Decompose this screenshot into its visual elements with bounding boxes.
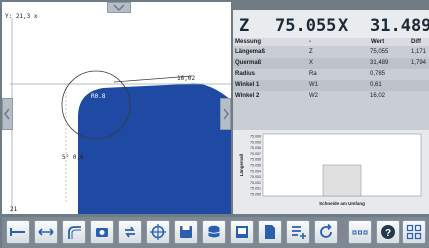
y-tick-label: 75.060: [250, 135, 261, 139]
table-row[interactable]: Quermaß X 31,489 1,794: [233, 58, 429, 69]
y-tick-label: 75.051: [250, 187, 261, 191]
table-row[interactable]: Radius Ra 0,785: [233, 69, 429, 80]
row-symbol: Z: [309, 49, 313, 55]
row-name: Längemaß: [235, 49, 266, 55]
row-diff: 1,794: [411, 60, 427, 66]
refresh-button[interactable]: [118, 220, 142, 244]
grid-icon: [406, 224, 422, 240]
row-value: 0,785: [370, 71, 386, 77]
row-symbol: W2: [309, 93, 318, 99]
list-add-button[interactable]: [286, 220, 310, 244]
radius-tool-button[interactable]: [62, 220, 86, 244]
z-value: 75.055: [275, 16, 337, 36]
save-button[interactable]: [174, 220, 198, 244]
svg-text:?: ?: [385, 228, 391, 239]
document-button[interactable]: [258, 220, 282, 244]
y-axis-label: Längemaß: [239, 154, 244, 177]
screen-icon: [236, 226, 248, 238]
row-value: 31,489: [370, 60, 389, 66]
right-collapse-handle[interactable]: [220, 98, 231, 130]
profile-canvas: [10, 18, 231, 214]
radius-label: R0.8: [91, 93, 106, 100]
z-readout: Z 75.055: [233, 13, 336, 37]
header-name: Messung: [235, 39, 262, 45]
radius-tool-icon: [68, 226, 81, 239]
more-button[interactable]: [348, 220, 372, 244]
x-axis-label: Schneide am Umfang: [319, 201, 365, 206]
rotate-icon: [320, 223, 332, 238]
corner-label: Y: 21,3 x: [5, 13, 38, 20]
refresh-icon: [125, 226, 135, 238]
row-name: Winkel 2: [235, 93, 260, 99]
tool-profile-shape: [78, 83, 231, 214]
database-icon: [208, 225, 220, 238]
row-name: Radius: [235, 71, 256, 77]
z-axis-label: Z: [239, 16, 250, 36]
more-icon: [352, 230, 368, 235]
crosshair-icon: [150, 224, 166, 240]
screen-button[interactable]: [230, 220, 254, 244]
row-value: 0,61: [370, 82, 382, 88]
y-tick-label: 75.052: [250, 181, 261, 185]
y-tick-label: 75.059: [250, 140, 261, 144]
x-readout: X 31.489: [332, 13, 429, 37]
y-tick-label: 75.055: [250, 164, 261, 168]
table-row[interactable]: Winkel 2 W2 16,02: [233, 91, 429, 102]
measurement-chart: 75.06075.05975.05875.05775.05675.05575.0…: [239, 133, 422, 206]
table-row[interactable]: Längemaß Z 75,055 1,171: [233, 47, 429, 58]
chart-panel: 75.060 75.059 75.058 75.057 75.056 75.055 75.0…: [233, 130, 429, 214]
camera-button[interactable]: [90, 220, 114, 244]
header-diff: Diff: [411, 39, 421, 45]
axis-readout: Z 75.055 X 31.489: [233, 10, 429, 38]
measurement-viewport[interactable]: Y: 21,3 x R0.8 16,02 5° 0,6 21: [2, 2, 231, 214]
y-tick-label: 75.056: [250, 158, 261, 162]
measure-horizontal-icon: [10, 228, 25, 236]
row-value: 75,055: [370, 49, 389, 55]
y-tick-label: 75.053: [250, 175, 261, 179]
y-tick-label: 75.054: [250, 169, 261, 173]
bottom-toolbar: ?: [2, 217, 429, 248]
camera-icon: [96, 228, 108, 237]
save-icon: [180, 226, 192, 238]
top-collapse-handle[interactable]: [107, 2, 131, 13]
header-symbol: -: [309, 39, 311, 45]
y-tick-label: 75.058: [250, 146, 261, 150]
rotate-button[interactable]: [314, 220, 338, 244]
row-symbol: Ra: [309, 71, 317, 77]
dimension-label: 5° 0,6: [62, 154, 84, 161]
measure-arrows-button[interactable]: [34, 220, 58, 244]
measure-arrows-icon: [38, 228, 54, 236]
list-add-icon: [292, 226, 306, 239]
chevron-down-icon: [113, 4, 125, 12]
table-row[interactable]: Winkel 1 W1 0,61: [233, 80, 429, 91]
row-value: 16,02: [370, 93, 386, 99]
document-icon: [265, 225, 275, 239]
left-collapse-handle[interactable]: [2, 98, 13, 130]
table-header: Messung - Wert Diff: [233, 38, 429, 46]
x-value: 31.489: [370, 16, 429, 36]
y-tick-label: 75.057: [250, 152, 261, 156]
row-symbol: X: [309, 60, 314, 66]
measure-horizontal-button[interactable]: [6, 220, 30, 244]
chevron-right-icon: [223, 108, 229, 120]
database-button[interactable]: [202, 220, 226, 244]
row-name: Winkel 1: [235, 82, 260, 88]
row-name: Quermaß: [235, 60, 262, 66]
chart-bar: [322, 164, 362, 197]
row-symbol: W1: [309, 82, 318, 88]
crosshair-button[interactable]: [146, 220, 170, 244]
header-value: Wert: [371, 39, 385, 45]
measurement-table: Messung - Wert Diff Längemaß Z 75,055 1,…: [233, 38, 429, 130]
help-button[interactable]: ?: [376, 220, 400, 244]
y-tick-label: 75.050: [250, 193, 261, 197]
help-icon: ?: [381, 225, 395, 239]
row-diff: 1,171: [411, 49, 427, 55]
bottom-label: 21: [10, 206, 18, 213]
chevron-left-icon: [4, 108, 10, 120]
x-axis-label: X: [338, 16, 349, 36]
grid-button[interactable]: [402, 220, 426, 244]
angle-label: 16,02: [177, 75, 196, 82]
